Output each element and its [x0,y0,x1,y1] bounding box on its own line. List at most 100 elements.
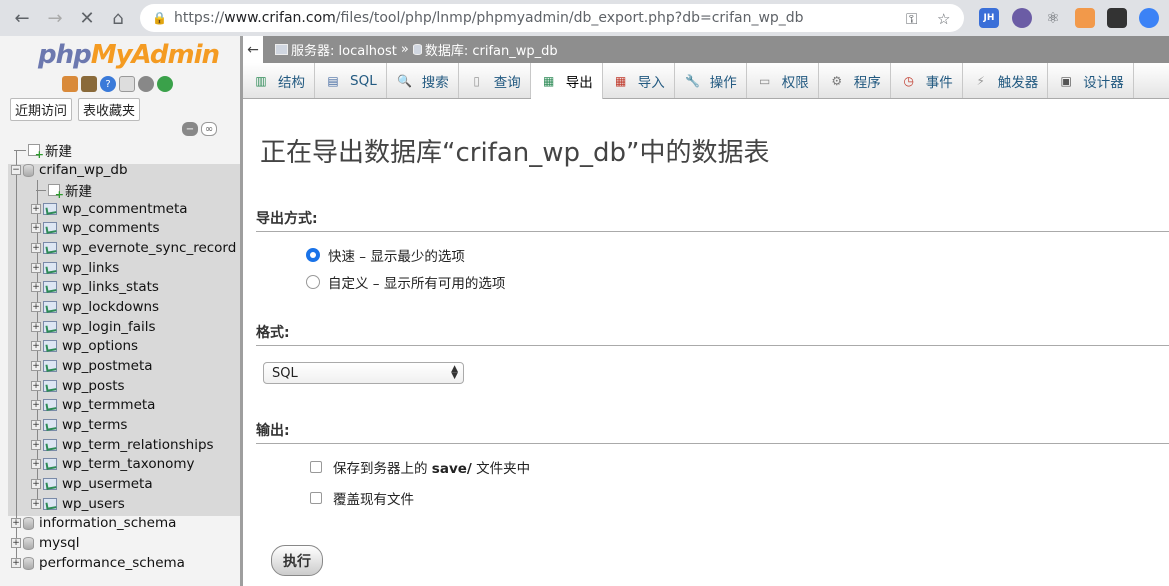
tab-structure[interactable]: ▥ 结构 [243,63,315,98]
help-icon[interactable]: ? [100,76,116,92]
home-icon[interactable]: ⌂ [105,5,131,31]
expand-icon[interactable]: + [31,263,41,273]
new-table-icon [48,184,64,201]
expand-icon[interactable]: + [31,322,41,332]
expand-icon[interactable]: + [31,499,41,509]
tree-table[interactable]: + wp_lockdowns [31,297,159,317]
expand-icon[interactable]: + [31,440,41,450]
radio-quick[interactable] [306,248,320,262]
method-quick-label[interactable]: 快速 – 显示最少的选项 [328,245,465,265]
expand-icon[interactable]: + [31,282,41,292]
back-arrow-icon[interactable]: ← [243,36,263,63]
overwrite-option[interactable]: 覆盖现有文件 [310,488,414,508]
expand-icon[interactable]: + [31,204,41,214]
tree-table[interactable]: + wp_evernote_sync_record [31,238,236,258]
overwrite-checkbox[interactable] [310,492,322,504]
collapse-icon[interactable]: − [11,165,21,175]
tree-table[interactable]: + wp_term_taxonomy [31,454,195,474]
expand-icon[interactable]: + [31,400,41,410]
tree-table[interactable]: + wp_term_relationships [31,435,214,455]
tab-query[interactable]: ▯ 查询 [459,63,531,98]
tree-table[interactable]: + wp_users [31,494,125,514]
method-custom-label[interactable]: 自定义 – 显示所有可用的选项 [328,272,505,292]
method-custom-option[interactable]: 自定义 – 显示所有可用的选项 [306,272,505,292]
phpmyadmin-logo[interactable]: phpMyAdmin [38,40,220,70]
tab-triggers[interactable]: ⚡ 触发器 [963,63,1049,98]
tab-operations[interactable]: 🔧 操作 [675,63,747,98]
tree-table[interactable]: + wp_termmeta [31,395,155,415]
radio-custom[interactable] [306,275,320,289]
tab-designer[interactable]: ▣ 设计器 [1048,63,1134,98]
overwrite-label[interactable]: 覆盖现有文件 [333,488,414,508]
favorites-tab[interactable]: 表收藏夹 [78,98,141,121]
star-icon[interactable]: ☆ [937,10,950,28]
save-on-server-label[interactable]: 保存到务器上的 save/ 文件夹中 [333,457,530,477]
tree-table[interactable]: + wp_login_fails [31,317,156,337]
tree-db[interactable]: + information_schema [11,513,176,533]
address-bar[interactable]: 🔒 https://www.crifan.com/files/tool/php/… [140,4,964,32]
save-on-server-checkbox[interactable] [310,461,322,473]
expand-icon[interactable]: + [11,518,21,528]
tree-table[interactable]: + wp_comments [31,218,160,238]
link-icon[interactable]: ∞ [201,122,217,136]
extension-icon[interactable] [1012,8,1032,28]
tab-search[interactable]: 🔍 搜索 [387,63,459,98]
format-select[interactable]: SQL ▲ ▼ [263,362,464,384]
forward-arrow-icon[interactable]: → [42,5,68,31]
tree-table[interactable]: + wp_postmeta [31,356,153,376]
tree-table[interactable]: + wp_commentmeta [31,199,188,219]
react-icon[interactable]: ⚛ [1043,8,1063,28]
tree-db-crifan-wp-db[interactable]: − crifan_wp_db [11,160,128,180]
expand-icon[interactable]: + [31,223,41,233]
tree-new-database[interactable]: 新建 [14,140,72,161]
gear-icon[interactable] [138,76,154,92]
recent-tab[interactable]: 近期访问 [10,98,73,121]
extension-jh-icon[interactable]: JH [979,8,999,28]
expand-icon[interactable]: + [11,538,21,548]
tree-table[interactable]: + wp_links_stats [31,277,159,297]
select-arrow-icon: ▲ ▼ [451,364,458,381]
tree-db[interactable]: + performance_schema [11,553,185,573]
breadcrumb-database[interactable]: 数据库: crifan_wp_db [425,40,558,59]
expand-icon[interactable]: + [31,459,41,469]
expand-icon[interactable]: + [31,479,41,489]
tree-table[interactable]: + wp_links [31,258,119,278]
tree-table[interactable]: + wp_usermeta [31,474,153,494]
expand-icon[interactable]: + [31,341,41,351]
extension-icon[interactable] [1139,8,1159,28]
collapse-all-icon[interactable]: − [182,122,198,136]
tab-import[interactable]: ▦ 导入 [603,63,675,98]
back-arrow-icon[interactable]: ← [9,5,35,31]
stop-icon[interactable]: ✕ [74,5,100,31]
tree-table[interactable]: + wp_options [31,336,138,356]
expand-icon[interactable]: + [31,420,41,430]
expand-icon[interactable]: + [31,361,41,371]
save-on-server-option[interactable]: 保存到务器上的 save/ 文件夹中 [310,457,530,477]
expand-icon[interactable]: + [31,381,41,391]
tab-export[interactable]: ▦ 导出 [530,63,603,99]
tab-routines[interactable]: ⚙ 程序 [819,63,891,98]
tree-new-table[interactable]: 新建 [36,180,92,201]
reload-icon[interactable] [157,76,173,92]
docs-icon[interactable] [119,76,135,92]
breadcrumb-server[interactable]: 服务器: localhost [291,40,397,59]
expand-icon[interactable]: + [31,302,41,312]
main-tabs: ▥ 结构 ▤ SQL 🔍 搜索 ▯ 查询 ▦ 导出 ▦ 导入 🔧 操作 ▭ 权限 ⚙ 程序 ◷ 事件… [243,63,1169,99]
tree-db[interactable]: + mysql [11,533,80,553]
home-icon[interactable] [62,76,78,92]
logout-icon[interactable] [81,76,97,92]
tree-table[interactable]: + wp_posts [31,376,125,396]
tab-events[interactable]: ◷ 事件 [891,63,963,98]
key-icon[interactable]: ⚿ [906,10,917,28]
query-icon: ▯ [473,73,481,88]
go-button[interactable]: 执行 [271,545,323,576]
expand-icon[interactable]: + [31,243,41,253]
expand-icon[interactable]: + [11,558,21,568]
tab-privileges[interactable]: ▭ 权限 [747,63,819,98]
extension-icon[interactable] [1075,8,1095,28]
qr-code-icon[interactable] [1107,8,1127,28]
table-icon [43,380,57,392]
tab-sql[interactable]: ▤ SQL [315,63,387,98]
tree-table[interactable]: + wp_terms [31,415,127,435]
method-quick-option[interactable]: 快速 – 显示最少的选项 [306,245,465,265]
